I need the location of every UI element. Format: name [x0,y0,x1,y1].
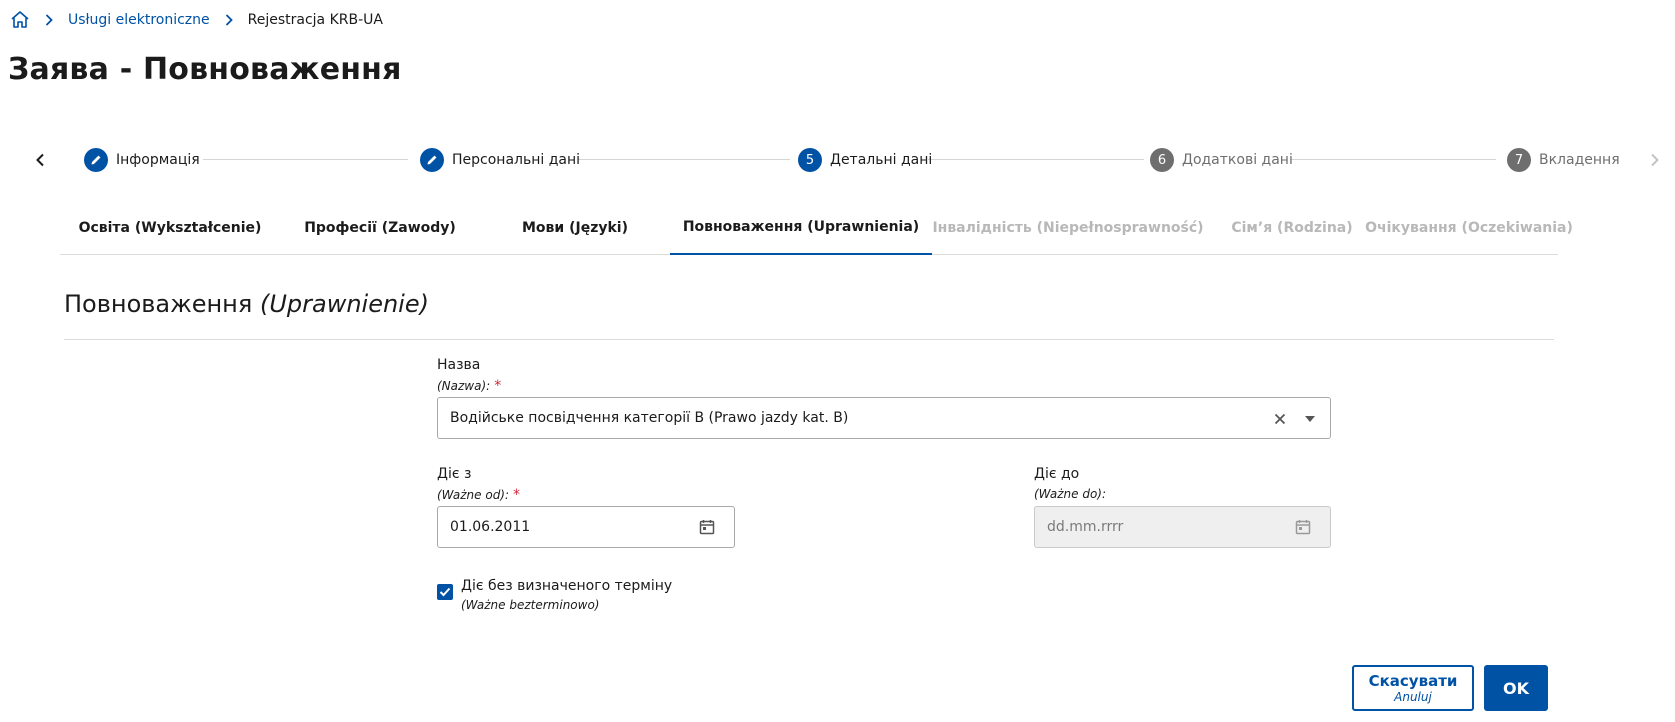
chevron-right-icon[interactable] [1645,150,1665,170]
tab-languages[interactable]: Мови (Języki) [480,200,670,255]
ok-button[interactable]: OK [1484,665,1548,711]
chevron-right-icon [225,14,235,26]
step-informatsiia[interactable]: Інформація [84,148,200,172]
pencil-icon [84,148,108,172]
cancel-button-sublabel: Anuluj [1394,689,1432,704]
step-connector [1290,159,1496,160]
step-label: Детальні дані [830,152,933,168]
name-select[interactable]: Водійське посвідчення категорії B (Prawo… [437,397,1331,439]
chevron-right-icon [45,14,55,26]
step-label: Інформація [116,152,200,168]
valid-from-value: 01.06.2011 [450,519,531,535]
tab-disability: Інвалідність (Niepełnosprawność) [932,219,1204,236]
step-label: Вкладення [1539,152,1620,168]
valid-from-input[interactable]: 01.06.2011 [437,506,735,548]
tab-education[interactable]: Освіта (Wykształcenie) [60,200,280,255]
step-label: Додаткові дані [1182,152,1293,168]
indefinite-label[interactable]: Діє без визначеного терміну [461,578,672,594]
name-select-value: Водійське посвідчення категорії B (Prawo… [450,410,849,426]
valid-from-sublabel-text: (Ważne od): [437,488,510,502]
section-divider [64,339,1554,340]
valid-from-sublabel: (Ważne od): * [437,487,520,503]
valid-to-label: Діє до [1034,466,1080,482]
chevron-down-icon[interactable] [1302,411,1318,427]
tab-bar: Освіта (Wykształcenie) Професії (Zawody)… [60,200,1573,255]
valid-from-label: Діє з [437,466,472,482]
tab-professions[interactable]: Професії (Zawody) [280,200,480,255]
cancel-button[interactable]: Скасувати Anuluj [1352,665,1474,711]
tab-family: Сім’я (Rodzina) [1231,219,1353,236]
name-sublabel: (Nazwa): * [437,378,501,394]
stepper: Інформація Персональні дані 5 Детальні д… [0,140,1675,180]
cancel-button-label: Скасувати [1368,671,1458,690]
required-mark: * [513,487,521,503]
valid-to-placeholder: dd.mm.rrrr [1047,519,1124,535]
tab-expectations: Очікування (Oczekiwania) [1365,219,1573,236]
indefinite-checkbox[interactable] [437,584,453,600]
step-number-badge: 6 [1150,148,1174,172]
valid-to-input: dd.mm.rrrr [1034,506,1331,548]
step-personal-data[interactable]: Персональні дані [420,148,580,172]
home-icon[interactable] [10,10,30,30]
step-additional-data[interactable]: 6 Додаткові дані [1150,148,1293,172]
name-sublabel-text: (Nazwa): [437,379,491,393]
calendar-icon [1294,518,1312,536]
breadcrumb-link-uslugi[interactable]: Usługi elektroniczne [68,12,210,28]
pencil-icon [420,148,444,172]
breadcrumb-current: Rejestracja KRB-UA [247,12,383,28]
step-attachments[interactable]: 7 Вкладення [1507,148,1620,172]
required-mark: * [494,378,502,394]
step-connector [578,159,790,160]
checkmark-icon [439,587,451,597]
name-label: Назва [437,357,481,373]
step-connector [203,159,408,160]
section-title-pl: (Uprawnienie) [259,290,429,318]
tab-authorizations[interactable]: Повноваження (Uprawnienia) [670,200,932,255]
step-connector [928,159,1144,160]
step-number-badge: 7 [1507,148,1531,172]
valid-to-sublabel: (Ważne do): [1034,487,1107,501]
page-title: Заява - Повноваження [8,52,402,87]
breadcrumb: Usługi elektroniczne Rejestracja KRB-UA [10,10,383,30]
step-label: Персональні дані [452,152,581,168]
section-title: Повноваження (Uprawnienie) [64,290,429,318]
section-title-uk: Повноваження [64,290,253,318]
step-detailed-data[interactable]: 5 Детальні дані [798,148,932,172]
indefinite-sublabel: (Ważne bezterminowo) [461,598,600,612]
chevron-left-icon[interactable] [30,150,50,170]
clear-icon[interactable] [1272,411,1288,427]
step-number-badge: 5 [798,148,822,172]
calendar-icon[interactable] [698,518,716,536]
